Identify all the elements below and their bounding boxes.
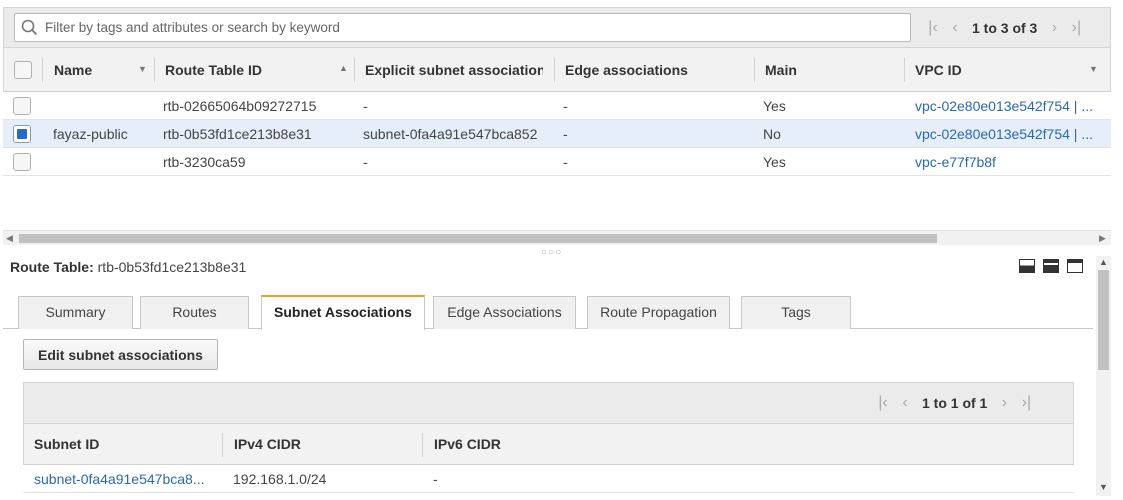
- layout-split-bottom-icon[interactable]: [1019, 259, 1035, 273]
- column-divider: [222, 433, 223, 457]
- column-header-ipv6-cidr[interactable]: IPv6 CIDR: [434, 424, 614, 465]
- table-row[interactable]: rtb-02665064b09272715 - - Yes vpc-02e80e…: [3, 92, 1111, 120]
- cell-name: fayaz-public: [53, 126, 128, 142]
- table-row[interactable]: fayaz-public rtb-0b53fd1ce213b8e31 subne…: [3, 120, 1111, 148]
- cell-route-table-id: rtb-3230ca59: [163, 154, 246, 170]
- column-header-main[interactable]: Main: [765, 48, 885, 92]
- cell-ipv6-cidr: -: [433, 471, 438, 487]
- table-row[interactable]: subnet-0fa4a91e547bca8... 192.168.1.0/24…: [23, 465, 1074, 493]
- pager-text: 1 to 1 of 1: [922, 394, 988, 411]
- search-input[interactable]: [45, 18, 895, 37]
- select-all-checkbox[interactable]: [14, 61, 32, 79]
- cell-main: Yes: [763, 98, 786, 114]
- column-header-subnet-id[interactable]: Subnet ID: [34, 424, 214, 465]
- next-page-icon[interactable]: ›: [1043, 19, 1065, 37]
- layout-split-top-icon[interactable]: [1067, 259, 1083, 273]
- row-checkbox[interactable]: [13, 153, 31, 171]
- cell-edge-associations: -: [563, 154, 568, 170]
- top-pager: |‹ ‹ 1 to 3 of 3 › ›|: [922, 8, 1087, 47]
- vertical-scrollbar[interactable]: ▲ ▼: [1096, 256, 1111, 496]
- chevron-down-icon[interactable]: ▼: [1089, 64, 1098, 74]
- column-divider: [354, 58, 355, 82]
- row-checkbox[interactable]: [13, 97, 31, 115]
- column-divider: [754, 58, 755, 82]
- cell-ipv4-cidr: 192.168.1.0/24: [233, 471, 327, 487]
- layout-split-even-icon[interactable]: [1043, 259, 1059, 273]
- route-table-label-value: rtb-0b53fd1ce213b8e31: [97, 259, 247, 275]
- cell-route-table-id: rtb-0b53fd1ce213b8e31: [163, 126, 312, 142]
- tab-route-propagation[interactable]: Route Propagation: [587, 296, 730, 329]
- scrollbar-thumb[interactable]: [19, 234, 937, 243]
- search-box[interactable]: [14, 13, 911, 42]
- pager-text: 1 to 3 of 3: [972, 19, 1038, 36]
- layout-toggle-group: [1019, 259, 1083, 273]
- first-page-icon[interactable]: |‹: [872, 394, 894, 412]
- sort-ascending-icon[interactable]: ▲: [339, 63, 348, 73]
- cell-subnet-association: -: [363, 154, 368, 170]
- search-icon: [21, 19, 38, 36]
- cell-subnet-association: subnet-0fa4a91e547bca852: [363, 126, 538, 142]
- scroll-left-icon[interactable]: ◀: [6, 231, 13, 246]
- cell-main: No: [763, 126, 781, 142]
- detail-tabs: Summary Routes Subnet Associations Edge …: [3, 295, 1093, 330]
- subnet-table-toolbar: |‹ ‹ 1 to 1 of 1 › ›|: [23, 382, 1074, 424]
- tab-summary[interactable]: Summary: [18, 296, 133, 329]
- column-header-name[interactable]: Name: [54, 48, 144, 92]
- prev-page-icon[interactable]: ‹: [894, 394, 916, 412]
- first-page-icon[interactable]: |‹: [922, 19, 944, 37]
- route-table-label-key: Route Table:: [10, 259, 94, 275]
- column-divider: [422, 433, 423, 457]
- last-page-icon[interactable]: ›|: [1065, 19, 1087, 37]
- table-row[interactable]: rtb-3230ca59 - - Yes vpc-e77f7b8f: [3, 148, 1111, 176]
- subnet-id-link[interactable]: subnet-0fa4a91e547bca8...: [34, 465, 216, 493]
- vpc-link[interactable]: vpc-e77f7b8f: [915, 148, 1095, 176]
- prev-page-icon[interactable]: ‹: [944, 19, 966, 37]
- column-divider: [42, 58, 43, 82]
- column-header-edge-associations[interactable]: Edge associations: [565, 48, 745, 92]
- subnet-table-header: Subnet ID IPv4 CIDR IPv6 CIDR: [23, 424, 1074, 465]
- scroll-down-icon[interactable]: ▼: [1099, 482, 1108, 492]
- row-checkbox[interactable]: [13, 125, 31, 143]
- cell-name: [53, 92, 148, 120]
- tab-tags[interactable]: Tags: [741, 296, 851, 329]
- scroll-up-icon[interactable]: ▲: [1099, 257, 1108, 267]
- route-table-label: Route Table: rtb-0b53fd1ce213b8e31: [10, 259, 246, 275]
- column-divider: [904, 58, 905, 82]
- resize-handle-icon[interactable]: ○○○: [541, 247, 562, 258]
- subnet-pager: |‹ ‹ 1 to 1 of 1 › ›|: [872, 383, 1037, 422]
- column-header-route-table-id[interactable]: Route Table ID: [165, 48, 345, 92]
- horizontal-scrollbar[interactable]: ◀ ▶: [3, 230, 1111, 245]
- column-header-ipv4-cidr[interactable]: IPv4 CIDR: [234, 424, 414, 465]
- filter-bar: |‹ ‹ 1 to 3 of 3 › ›|: [3, 7, 1111, 48]
- column-header-vpc-id[interactable]: VPC ID: [915, 48, 1065, 92]
- tab-routes[interactable]: Routes: [140, 296, 249, 329]
- next-page-icon[interactable]: ›: [993, 394, 1015, 412]
- cell-route-table-id: rtb-02665064b09272715: [163, 98, 317, 114]
- vpc-link[interactable]: vpc-02e80e013e542f754 | ...: [915, 120, 1095, 148]
- scrollbar-thumb[interactable]: [1098, 270, 1109, 370]
- tab-subnet-associations[interactable]: Subnet Associations: [261, 295, 425, 330]
- scroll-right-icon[interactable]: ▶: [1099, 231, 1106, 246]
- column-divider: [154, 58, 155, 82]
- cell-edge-associations: -: [563, 126, 568, 142]
- column-header-explicit-subnet[interactable]: Explicit subnet association: [365, 48, 543, 92]
- last-page-icon[interactable]: ›|: [1015, 394, 1037, 412]
- edit-subnet-associations-button[interactable]: Edit subnet associations: [23, 339, 218, 370]
- chevron-down-icon[interactable]: ▼: [138, 64, 147, 74]
- cell-name: [53, 148, 148, 176]
- cell-subnet-association: -: [363, 98, 368, 114]
- table-header: Name ▼ Route Table ID ▲ Explicit subnet …: [3, 48, 1111, 92]
- vpc-link[interactable]: vpc-02e80e013e542f754 | ...: [915, 92, 1095, 120]
- cell-edge-associations: -: [563, 98, 568, 114]
- column-divider: [554, 58, 555, 82]
- cell-main: Yes: [763, 154, 786, 170]
- tab-edge-associations[interactable]: Edge Associations: [433, 296, 576, 329]
